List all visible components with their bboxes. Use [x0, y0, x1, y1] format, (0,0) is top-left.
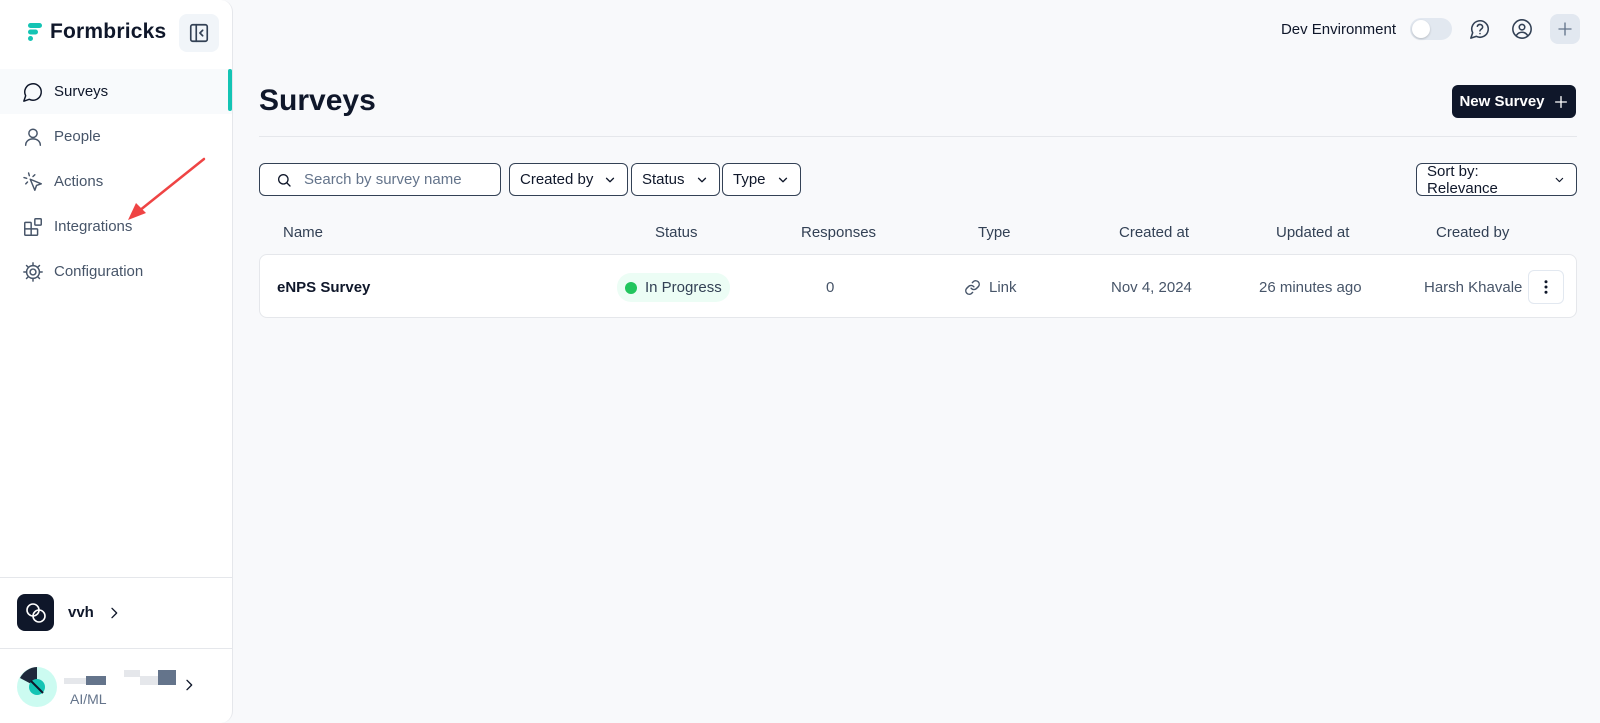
- filter-label: Created by: [520, 171, 594, 188]
- plus-icon: [1558, 22, 1572, 36]
- column-header-responses: Responses: [801, 224, 877, 241]
- responses-count: 0: [826, 279, 835, 296]
- status-filter[interactable]: Status: [631, 163, 720, 196]
- sidebar-item-label: People: [54, 128, 101, 145]
- chevron-right-icon: [186, 679, 193, 691]
- survey-row[interactable]: eNPS Survey In Progress 0 Link Nov 4, 20…: [259, 254, 1577, 318]
- sort-label: Sort by: Relevance: [1427, 162, 1498, 197]
- top-bar: Dev Environment: [1281, 14, 1580, 44]
- search-input[interactable]: [304, 171, 484, 188]
- created-at: Nov 4, 2024: [1111, 279, 1192, 296]
- header-divider: [259, 136, 1577, 137]
- toggle-knob: [1412, 20, 1430, 38]
- column-header-status: Status: [655, 224, 698, 241]
- redacted-text: [158, 670, 176, 685]
- redacted-text: [140, 676, 158, 685]
- circle-user-icon: [1512, 19, 1532, 39]
- chevron-right-icon: [111, 607, 118, 618]
- formbricks-logo-icon: [28, 23, 42, 41]
- overlapping-circles-icon: [25, 602, 46, 623]
- status-label: In Progress: [645, 279, 722, 296]
- sidebar-item-configuration[interactable]: Configuration: [0, 249, 232, 294]
- environment-name: vvh: [68, 604, 94, 621]
- feedback-button[interactable]: [1466, 15, 1494, 43]
- panel-left-close-icon: [189, 23, 209, 43]
- row-options-button[interactable]: [1528, 270, 1564, 304]
- sidebar-divider: [0, 648, 232, 649]
- dev-environment-label: Dev Environment: [1280, 20, 1396, 38]
- column-header-updated-at: Updated at: [1276, 224, 1350, 241]
- link-icon: [965, 280, 980, 295]
- mouse-pointer-click-icon: [22, 171, 44, 193]
- user-avatar: [17, 667, 57, 707]
- chevron-down-icon: [1555, 177, 1564, 182]
- new-survey-button[interactable]: New Survey: [1452, 85, 1576, 118]
- page-title: Surveys: [259, 84, 376, 117]
- user-icon: [22, 126, 44, 148]
- sidebar-divider: [0, 577, 232, 578]
- message-circle-icon: [22, 81, 44, 103]
- survey-name: eNPS Survey: [277, 279, 371, 296]
- user-menu[interactable]: AI/ML: [16, 664, 226, 714]
- search-box[interactable]: [259, 163, 501, 196]
- sidebar-item-label: Actions: [54, 173, 104, 190]
- environment-avatar: [17, 594, 54, 631]
- status-badge: In Progress: [617, 273, 730, 302]
- column-header-name: Name: [283, 224, 324, 241]
- message-circle-question-icon: [1470, 19, 1490, 39]
- chevron-down-icon: [778, 177, 787, 182]
- plus-icon: [1554, 95, 1567, 108]
- settings-icon: [22, 261, 44, 283]
- column-header-created-by: Created by: [1436, 224, 1510, 241]
- blocks-icon: [22, 216, 44, 238]
- sidebar-item-people[interactable]: People: [0, 114, 232, 159]
- account-button[interactable]: [1508, 15, 1536, 43]
- redacted-text: [124, 670, 140, 677]
- add-button[interactable]: [1550, 14, 1580, 44]
- updated-at: 26 minutes ago: [1259, 279, 1362, 296]
- survey-type-label: Link: [989, 279, 1017, 296]
- chevron-down-icon: [697, 177, 706, 182]
- new-survey-label: New Survey: [1459, 93, 1545, 110]
- status-dot-icon: [625, 281, 637, 294]
- survey-type: Link: [964, 279, 1017, 296]
- sidebar: Formbricks Surveys People Actions Integr…: [0, 0, 233, 723]
- user-label: AI/ML: [70, 691, 107, 707]
- column-header-type: Type: [978, 224, 1011, 241]
- collapse-sidebar-button[interactable]: [179, 14, 219, 52]
- created-by: Harsh Khavale: [1424, 279, 1523, 296]
- search-icon: [278, 173, 291, 187]
- filter-label: Type: [733, 171, 766, 188]
- annotation-arrow-icon: [128, 157, 206, 220]
- filter-label: Status: [642, 171, 685, 188]
- environment-switcher[interactable]: vvh: [17, 594, 122, 631]
- brand-name: Formbricks: [50, 20, 167, 43]
- sidebar-item-surveys[interactable]: Surveys: [0, 69, 232, 114]
- redacted-text: [64, 678, 86, 684]
- type-filter[interactable]: Type: [722, 163, 801, 196]
- sidebar-item-label: Surveys: [54, 83, 109, 100]
- chevron-down-icon: [606, 177, 615, 182]
- more-vertical-icon: [1544, 280, 1548, 294]
- dev-environment-toggle[interactable]: [1410, 18, 1452, 40]
- created-by-filter[interactable]: Created by: [509, 163, 629, 196]
- sidebar-item-label: Configuration: [54, 263, 144, 280]
- sort-dropdown[interactable]: Sort by: Relevance: [1416, 162, 1577, 197]
- brand-logo[interactable]: Formbricks: [28, 20, 166, 44]
- redacted-text: [86, 676, 106, 685]
- column-header-created-at: Created at: [1119, 224, 1190, 241]
